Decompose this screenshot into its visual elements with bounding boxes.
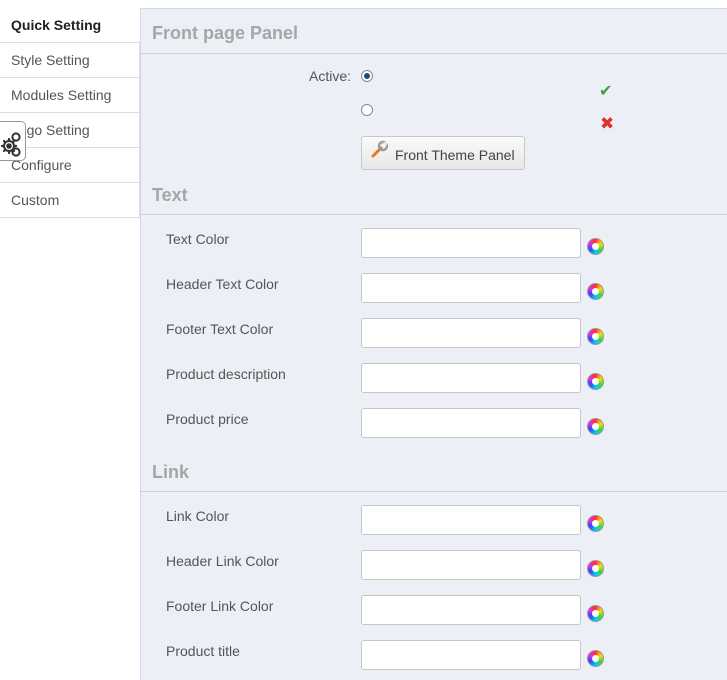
color-wheel-icon[interactable] (587, 515, 604, 532)
button-label: Front Theme Panel (395, 147, 515, 163)
settings-toggle-button[interactable] (0, 121, 26, 161)
section-divider (141, 53, 727, 54)
active-no-radio[interactable] (361, 104, 373, 116)
product-price-row: Product price (141, 408, 727, 438)
tab-label: Custom (11, 192, 60, 208)
field-label: Product description (166, 366, 286, 382)
tab-label: Quick Setting (11, 17, 102, 33)
color-wheel-icon[interactable] (587, 605, 604, 622)
section-divider (141, 214, 727, 215)
header-link-color-input[interactable] (361, 550, 581, 580)
header-text-color-input[interactable] (361, 273, 581, 303)
color-wheel-icon[interactable] (587, 650, 604, 667)
product-description-row: Product description (141, 363, 727, 393)
link-color-row: Link Color (141, 505, 727, 535)
field-label: Text Color (166, 231, 230, 247)
footer-link-color-input[interactable] (361, 595, 581, 625)
field-label: Footer Text Color (166, 321, 274, 337)
gears-icon (0, 132, 21, 157)
color-wheel-icon[interactable] (587, 283, 604, 300)
section-title-front-panel: Front page Panel (152, 23, 299, 43)
front-theme-panel-button[interactable]: Front Theme Panel (361, 136, 525, 170)
field-label: Header Link Color (166, 553, 279, 569)
tab-quick-setting[interactable]: Quick Setting (0, 8, 152, 43)
color-wheel-icon[interactable] (587, 328, 604, 345)
footer-link-color-row: Footer Link Color (141, 595, 727, 625)
field-label: Product title (166, 643, 240, 659)
product-title-input[interactable] (361, 640, 581, 670)
product-title-row: Product title (141, 640, 727, 670)
field-label: Link Color (166, 508, 230, 524)
link-color-input[interactable] (361, 505, 581, 535)
settings-panel: Front page Panel Active: ✔ ✖ Front Theme… (140, 8, 727, 680)
tab-custom[interactable]: Custom (0, 183, 140, 218)
active-label: Active: (308, 68, 351, 84)
footer-text-color-input[interactable] (361, 318, 581, 348)
section-divider (141, 491, 727, 492)
cross-icon: ✖ (600, 114, 615, 133)
sidebar-tabs: Quick Setting Style Setting Modules Sett… (0, 8, 152, 218)
tab-label: Modules Setting (11, 87, 112, 103)
checkmark-icon: ✔ (599, 83, 613, 100)
section-title-text: Text (152, 185, 188, 205)
field-label: Footer Link Color (166, 598, 274, 614)
field-label: Header Text Color (166, 276, 279, 292)
color-wheel-icon[interactable] (587, 373, 604, 390)
product-price-input[interactable] (361, 408, 581, 438)
product-description-input[interactable] (361, 363, 581, 393)
footer-text-color-row: Footer Text Color (141, 318, 727, 348)
tab-style-setting[interactable]: Style Setting (0, 43, 140, 78)
header-text-color-row: Header Text Color (141, 273, 727, 303)
header-link-color-row: Header Link Color (141, 550, 727, 580)
active-yes-radio[interactable] (361, 70, 373, 82)
section-title-link: Link (152, 462, 190, 482)
color-wheel-icon[interactable] (587, 560, 604, 577)
text-color-input[interactable] (361, 228, 581, 258)
text-color-row: Text Color (141, 228, 727, 258)
color-wheel-icon[interactable] (587, 238, 604, 255)
color-wheel-icon[interactable] (587, 418, 604, 435)
tab-modules-setting[interactable]: Modules Setting (0, 78, 140, 113)
field-label: Product price (166, 411, 249, 427)
tab-label: Style Setting (11, 52, 90, 68)
wrench-icon (371, 140, 389, 158)
